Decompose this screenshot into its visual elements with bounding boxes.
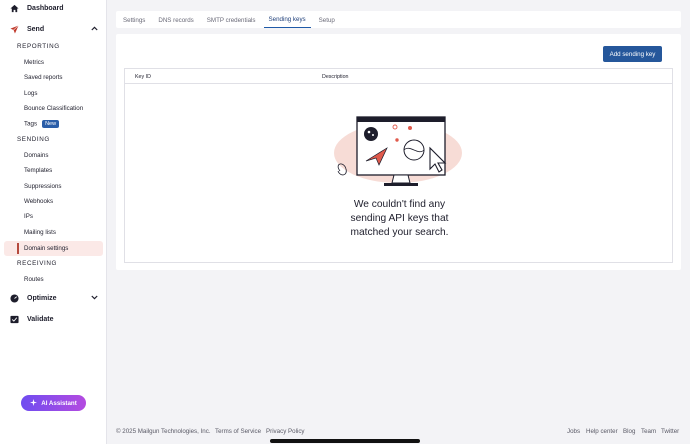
nav-bounce-classification[interactable]: Bounce Classification <box>24 105 83 112</box>
blog-link[interactable]: Blog <box>623 428 635 435</box>
nav-metrics[interactable]: Metrics <box>24 59 44 66</box>
column-description: Description <box>322 74 349 80</box>
nav-send[interactable]: Send <box>0 21 107 37</box>
twitter-link[interactable]: Twitter <box>661 428 679 435</box>
home-indicator <box>270 439 420 443</box>
tab-smtp-credentials[interactable]: SMTP credentials <box>202 11 261 28</box>
column-key-id: Key ID <box>135 74 151 80</box>
copyright: © 2025 Mailgun Technologies, Inc. <box>116 428 211 435</box>
gauge-icon <box>9 293 19 303</box>
empty-state-message: We couldn't find any sending API keys th… <box>125 198 674 240</box>
home-icon <box>9 3 19 13</box>
nav-domains[interactable]: Domains <box>24 152 48 159</box>
add-sending-key-button[interactable]: Add sending key <box>603 46 662 62</box>
section-reporting: REPORTING <box>17 43 60 50</box>
nav-tags-label: Tags <box>24 120 38 128</box>
section-receiving: RECEIVING <box>17 260 58 267</box>
chevron-down-icon <box>91 295 98 302</box>
validate-icon <box>9 314 19 324</box>
tab-dns-records[interactable]: DNS records <box>153 11 198 28</box>
jobs-link[interactable]: Jobs <box>567 428 580 435</box>
nav-tags[interactable]: Tags New <box>24 120 60 128</box>
nav-dashboard[interactable]: Dashboard <box>0 0 107 16</box>
privacy-link[interactable]: Privacy Policy <box>266 428 305 435</box>
sparkle-icon <box>30 398 38 408</box>
nav-optimize-label: Optimize <box>27 294 57 302</box>
nav-routes[interactable]: Routes <box>24 276 44 283</box>
ai-assistant-button[interactable]: AI Assistant <box>21 395 86 411</box>
sidebar: Dashboard Send REPORTING Metrics Saved r… <box>0 0 107 444</box>
nav-domain-settings[interactable]: Domain settings <box>24 245 68 252</box>
nav-saved-reports[interactable]: Saved reports <box>24 74 63 81</box>
nav-logs[interactable]: Logs <box>24 90 37 97</box>
tab-setup[interactable]: Setup <box>314 11 340 28</box>
nav-optimize[interactable]: Optimize <box>0 290 107 306</box>
sending-keys-table: Key ID Description We couldn't find any … <box>124 68 673 263</box>
nav-send-label: Send <box>27 25 45 33</box>
empty-state-illustration <box>334 116 462 186</box>
section-sending: SENDING <box>17 136 50 143</box>
chevron-up-icon <box>91 25 98 33</box>
nav-webhooks[interactable]: Webhooks <box>24 198 53 205</box>
sending-keys-card: Add sending key Key ID Description We co… <box>116 34 681 270</box>
active-item-bar <box>17 243 19 254</box>
nav-validate[interactable]: Validate <box>0 311 107 327</box>
empty-line-1: We couldn't find any <box>353 199 446 210</box>
ai-assistant-label: AI Assistant <box>41 399 77 407</box>
nav-dashboard-label: Dashboard <box>27 4 64 12</box>
team-link[interactable]: Team <box>641 428 656 435</box>
new-badge: New <box>42 120 60 128</box>
tab-sending-keys[interactable]: Sending keys <box>263 11 311 28</box>
paper-plane-icon <box>9 24 19 34</box>
nav-mailing-lists[interactable]: Mailing lists <box>24 229 56 236</box>
empty-line-2: sending API keys that <box>350 213 449 224</box>
terms-link[interactable]: Terms of Service <box>215 428 261 435</box>
nav-templates[interactable]: Templates <box>24 167 52 174</box>
nav-suppressions[interactable]: Suppressions <box>24 183 62 190</box>
tab-settings[interactable]: Settings <box>118 11 150 28</box>
empty-line-3: matched your search. <box>350 227 449 238</box>
nav-validate-label: Validate <box>27 315 54 323</box>
help-center-link[interactable]: Help center <box>586 428 618 435</box>
domain-settings-tabs: Settings DNS records SMTP credentials Se… <box>116 11 681 28</box>
table-header: Key ID Description <box>125 69 672 84</box>
nav-ips[interactable]: IPs <box>24 213 33 220</box>
